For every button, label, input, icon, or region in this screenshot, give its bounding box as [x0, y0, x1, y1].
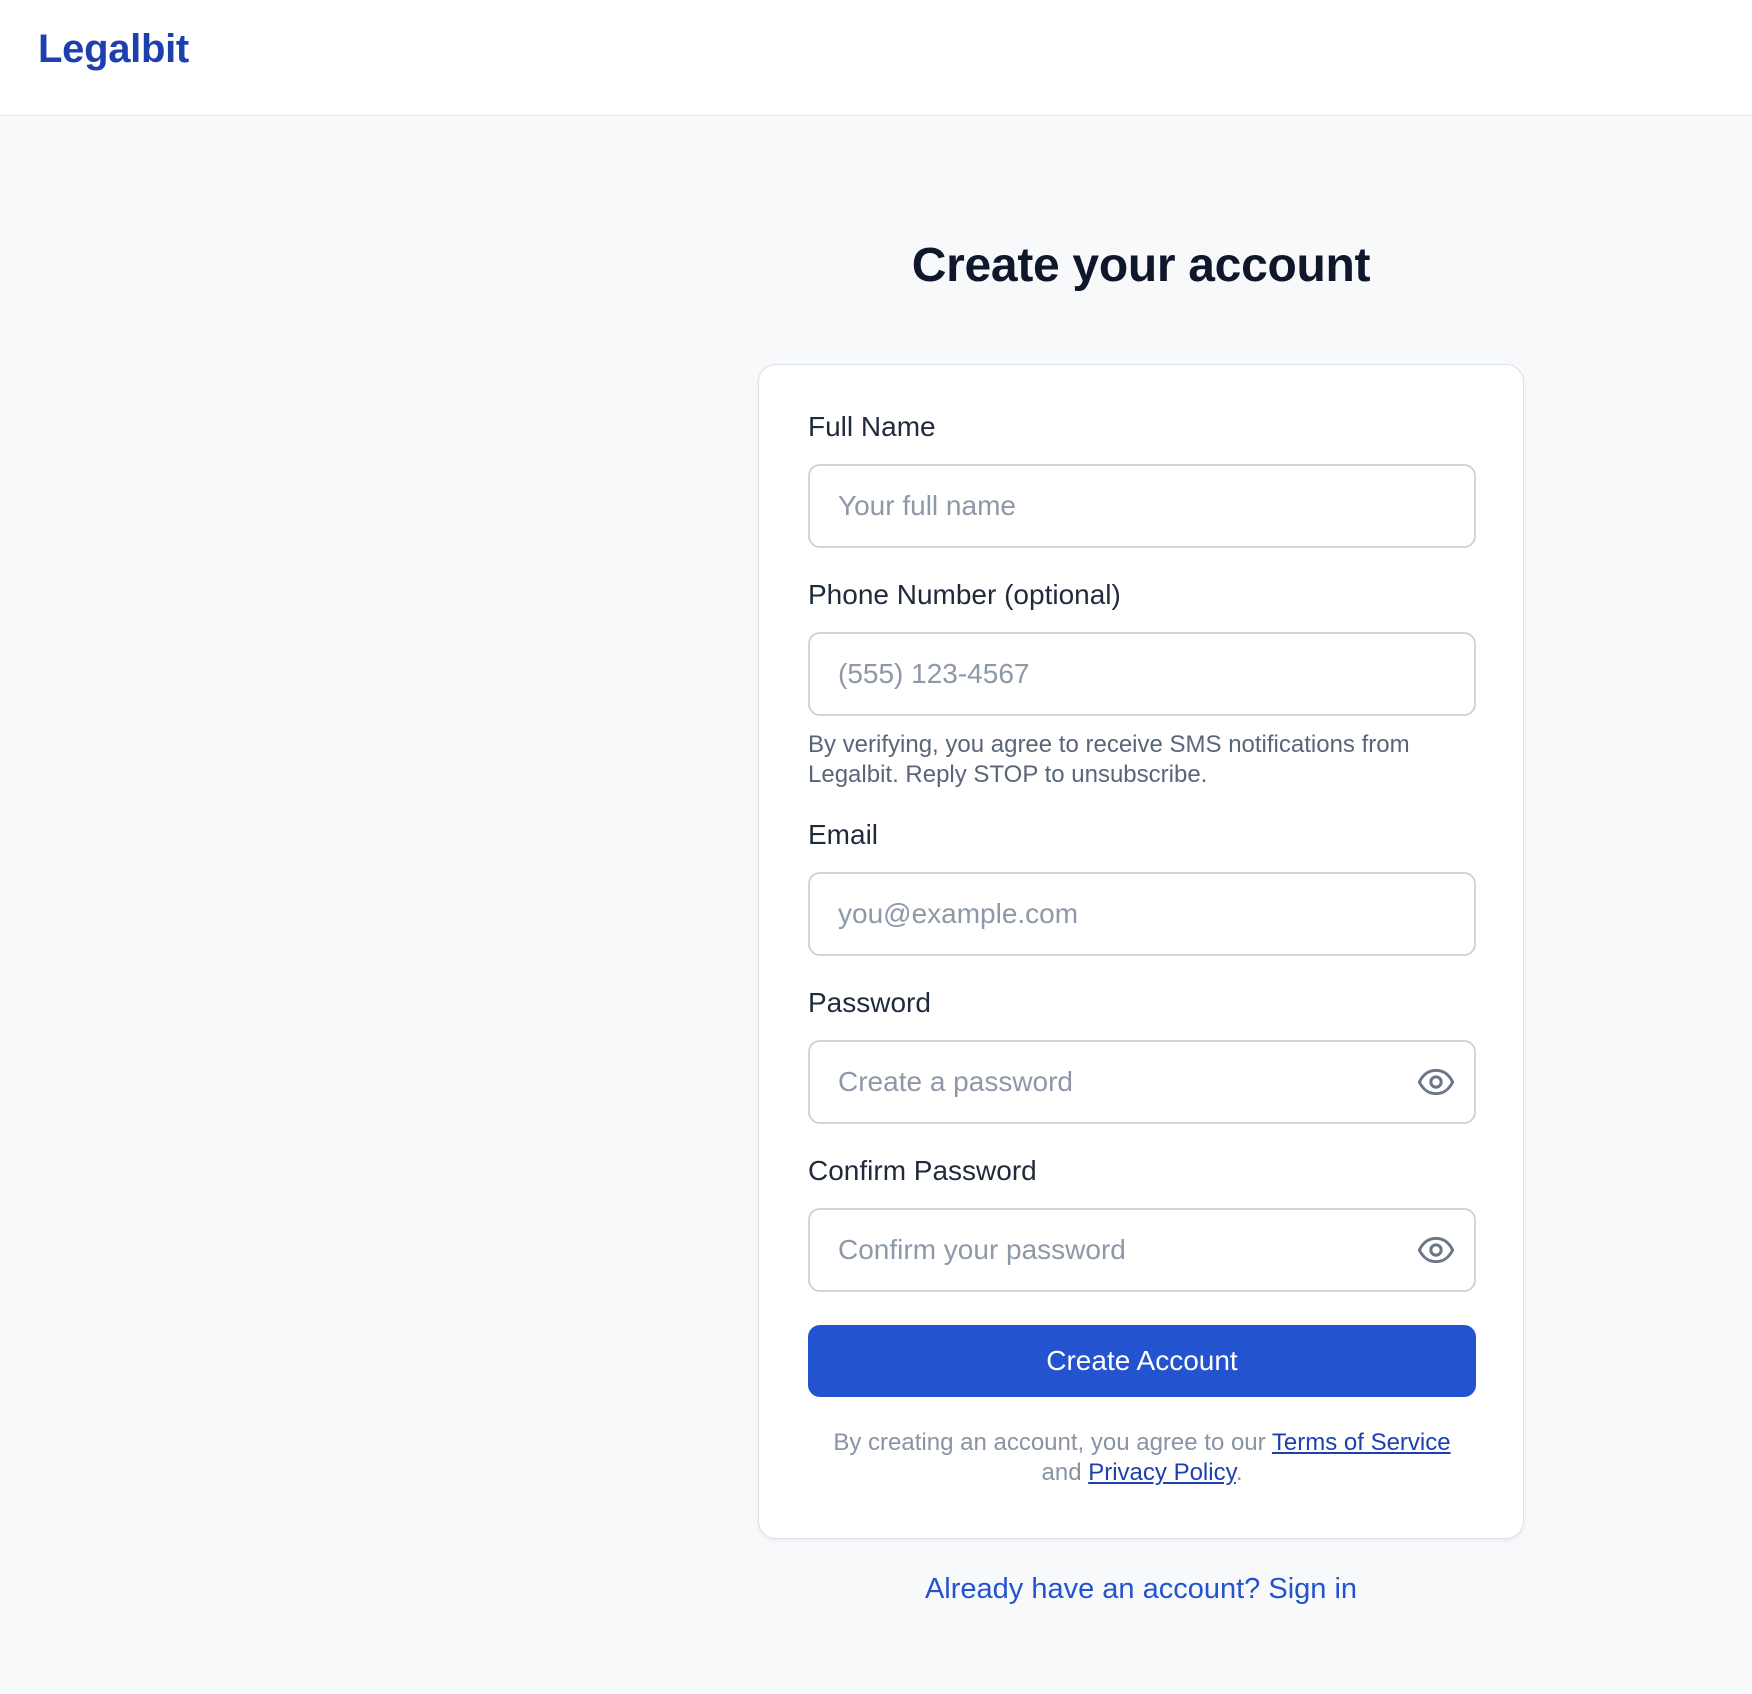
eye-icon[interactable] [1416, 1230, 1456, 1270]
create-account-button[interactable]: Create Account [808, 1325, 1476, 1397]
terms-notice: By creating an account, you agree to our… [789, 1428, 1495, 1488]
password-input[interactable] [810, 1042, 1474, 1122]
confirm-password-label: Confirm Password [808, 1155, 1037, 1186]
sign-in-link[interactable]: Already have an account? Sign in [0, 1573, 1752, 1606]
sms-consent-line-1: By verifying, you agree to receive SMS n… [808, 731, 1410, 758]
full-name-field-wrapper [808, 464, 1476, 548]
terms-middle: and [1041, 1459, 1082, 1486]
terms-prefix: By creating an account, you agree to our [833, 1429, 1266, 1456]
eye-icon[interactable] [1416, 1062, 1456, 1102]
full-name-input[interactable] [810, 466, 1474, 546]
page-title: Create your account [911, 239, 1371, 292]
email-label: Email [808, 819, 879, 850]
email-input[interactable] [810, 874, 1474, 954]
phone-label: Phone Number (optional) [808, 579, 1121, 610]
confirm-password-field-wrapper [808, 1208, 1476, 1292]
email-field-wrapper [808, 872, 1476, 956]
phone-input[interactable] [810, 634, 1474, 714]
password-field-wrapper [808, 1040, 1476, 1124]
terms-suffix: . [1235, 1459, 1243, 1486]
top-navbar: Legalbit [0, 0, 1752, 116]
confirm-password-input[interactable] [810, 1210, 1474, 1290]
phone-field-wrapper [808, 632, 1476, 716]
legalbit-logo[interactable]: Legalbit [38, 27, 189, 72]
full-name-label: Full Name [808, 411, 936, 442]
password-label: Password [808, 987, 931, 1018]
sms-consent-helper: By verifying, you agree to receive SMS n… [808, 730, 1488, 790]
sms-consent-line-2: Legalbit. Reply STOP to unsubscribe. [808, 761, 1208, 788]
signup-card: Full Name Phone Number (optional) By ver… [758, 364, 1524, 1539]
privacy-policy-link[interactable]: Privacy Policy [1088, 1459, 1236, 1486]
terms-of-service-link[interactable]: Terms of Service [1272, 1429, 1451, 1456]
